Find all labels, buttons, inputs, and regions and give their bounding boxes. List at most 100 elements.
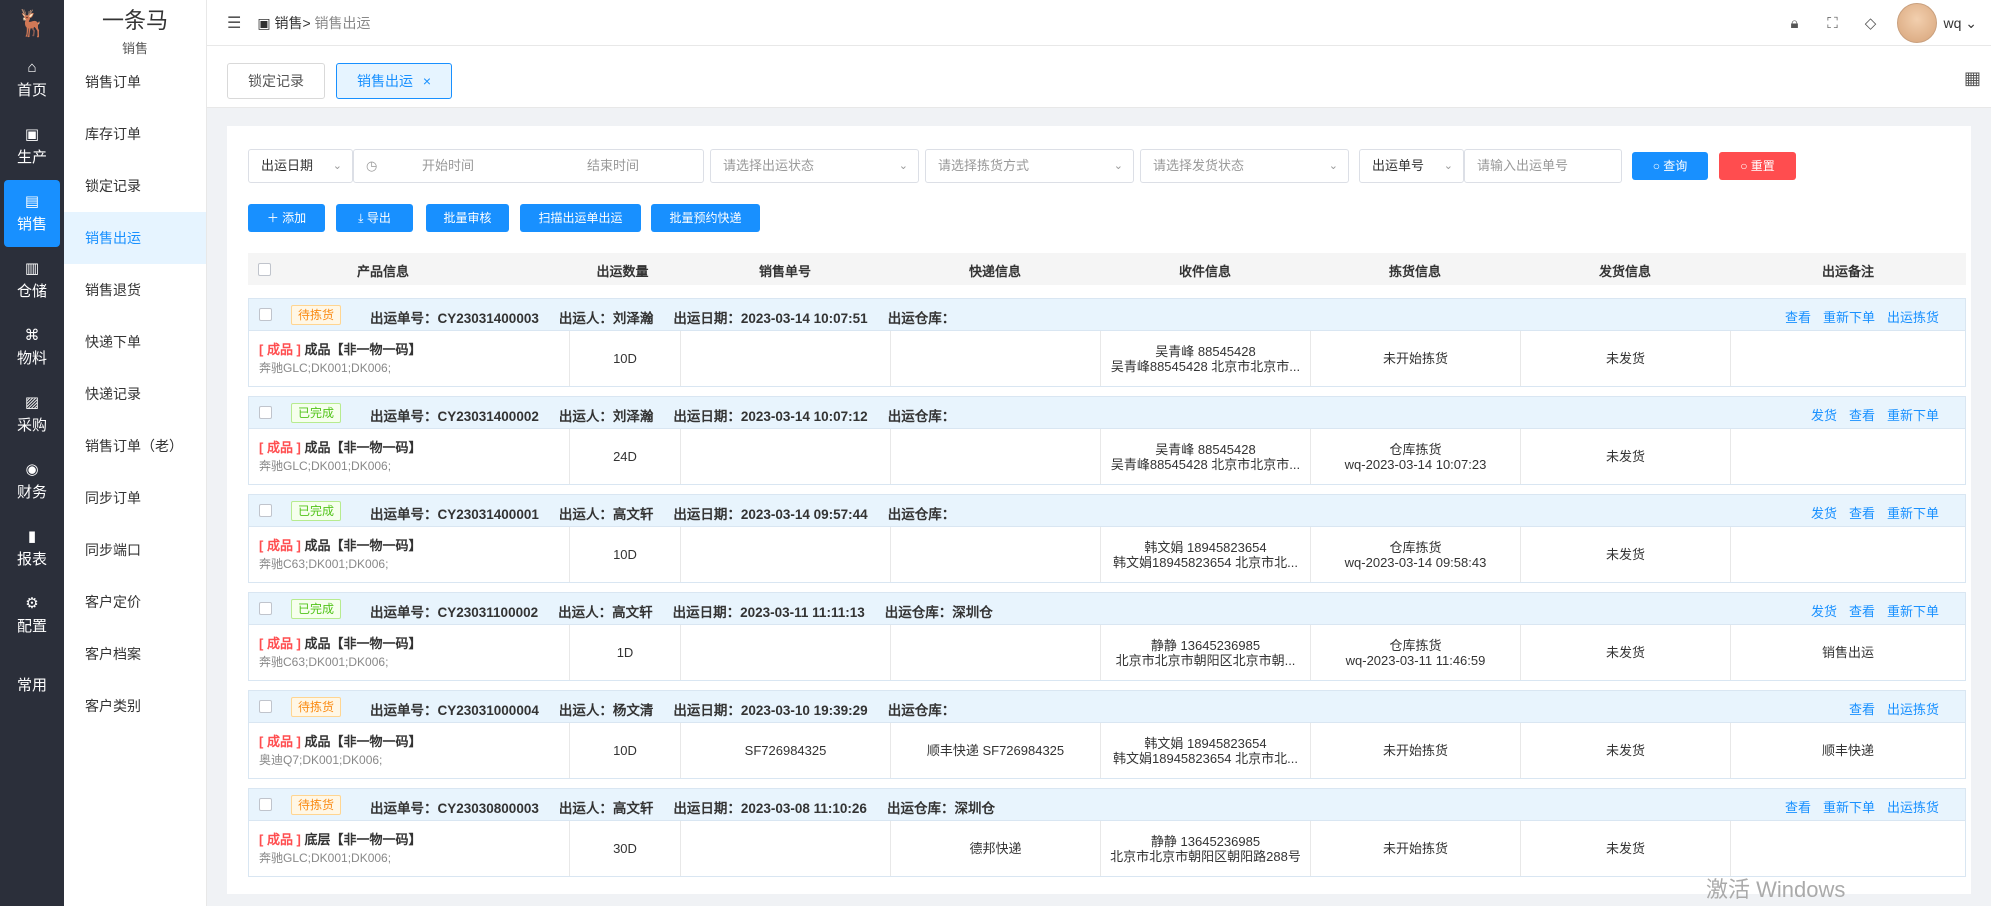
rail-item-6[interactable]: ◉ 财务	[0, 448, 64, 515]
shipment-number-placeholder: 请输入出运单号	[1477, 158, 1569, 173]
row-checkbox[interactable]	[259, 406, 272, 419]
rail-item-3[interactable]: ▥ 仓储	[0, 247, 64, 314]
reset-button[interactable]: ○ 重置	[1719, 152, 1796, 180]
shipment-info: 出运单号：CY23031400003 出运人：刘泽瀚 出运日期：2023-03-14…	[370, 307, 975, 327]
action-link[interactable]: 查看	[1785, 800, 1811, 815]
action-link[interactable]: 重新下单	[1823, 800, 1875, 815]
eraser-icon[interactable]: ◇	[1851, 14, 1889, 32]
label-person: 出运人：	[558, 409, 613, 424]
fullscreen-icon[interactable]: ⛶	[1813, 15, 1851, 32]
query-button[interactable]: ○ 查询	[1632, 152, 1708, 180]
action-link[interactable]: 重新下单	[1887, 604, 1939, 619]
col-product: 产品信息	[356, 264, 409, 279]
qty-cell: 10D	[570, 527, 681, 582]
batch-express-button[interactable]: 批量预约快递	[651, 204, 760, 232]
number-type-select[interactable]: 出运单号 ⌄	[1359, 149, 1464, 183]
label-date: 出运日期：	[672, 605, 741, 620]
sub-menu-item[interactable]: 快递记录	[64, 368, 206, 420]
row-checkbox[interactable]	[259, 700, 272, 713]
sub-menu-item[interactable]: 库存订单	[64, 108, 206, 160]
action-link[interactable]: 发货	[1811, 506, 1837, 521]
product-cell: [ 成品 ] 成品【非一物一码】 奔驰GLC;DK001;DK006;	[249, 429, 570, 484]
status-badge: 待拣货	[291, 795, 342, 815]
product-name: [ 成品 ] 成品【非一物一码】	[259, 538, 422, 553]
remark-cell	[1731, 527, 1965, 582]
rail-item-7[interactable]: ▮ 报表	[0, 515, 64, 582]
label-warehouse: 出运仓库：	[887, 703, 956, 718]
chevron-down-icon: ⌄	[1328, 160, 1338, 172]
action-link[interactable]: 查看	[1849, 408, 1875, 423]
rail-item-9[interactable]: 常用	[0, 649, 64, 716]
sub-menu-item[interactable]: 客户类别	[64, 680, 206, 732]
action-link[interactable]: 查看	[1849, 506, 1875, 521]
rail-item-1[interactable]: ▣ 生产	[0, 113, 64, 180]
row-checkbox[interactable]	[259, 504, 272, 517]
rail-label: 常用	[16, 676, 47, 694]
export-button[interactable]: ⤓ 导出	[336, 204, 413, 232]
tab-sales-shipment[interactable]: 销售出运 ×	[336, 63, 453, 99]
collapse-menu-icon[interactable]: ☰	[227, 13, 241, 33]
close-icon[interactable]: ×	[423, 73, 431, 89]
rail-label: 生产	[16, 148, 47, 166]
date-range-picker[interactable]: ◷ 开始时间 结束时间	[353, 149, 704, 183]
ship-status-select[interactable]: 请选择发货状态 ⌄	[1140, 149, 1349, 183]
rail-label: 销售	[16, 215, 47, 233]
action-link[interactable]: 出运拣货	[1887, 800, 1939, 815]
batch-audit-button[interactable]: 批量审核	[426, 204, 509, 232]
add-button[interactable]: ＋ 添加	[248, 204, 325, 232]
action-link[interactable]: 重新下单	[1823, 310, 1875, 325]
grid-icon[interactable]: ▦	[1964, 68, 1981, 89]
qty-cell: 1D	[570, 625, 681, 680]
sub-menu-item[interactable]: 同步端口	[64, 524, 206, 576]
action-link[interactable]: 重新下单	[1887, 408, 1939, 423]
user-menu[interactable]: wq ⌄	[1943, 15, 1977, 32]
sub-menu-item[interactable]: 锁定记录	[64, 160, 206, 212]
receiver-cell: 静静 13645236985 北京市北京市朝阳区朝阳路288号	[1101, 821, 1311, 876]
product-type: [ 成品 ]	[259, 831, 301, 847]
sub-menu-item[interactable]: 销售订单（老）	[64, 420, 206, 472]
sub-menu-item[interactable]: 同步订单	[64, 472, 206, 524]
shipment-number-input[interactable]: 请输入出运单号	[1464, 149, 1622, 183]
end-date-input[interactable]: 结束时间	[587, 150, 639, 182]
start-date-input[interactable]: 开始时间	[422, 150, 474, 182]
sale-no-cell	[681, 625, 891, 680]
rail-item-2[interactable]: ▤ 销售	[4, 180, 60, 247]
sub-menu-item[interactable]: 销售出运	[64, 212, 206, 264]
download-icon: ⤓	[358, 211, 367, 225]
rail-item-4[interactable]: ⌘ 物料	[0, 314, 64, 381]
row-checkbox[interactable]	[259, 798, 272, 811]
sub-menu-item[interactable]: 快递下单	[64, 316, 206, 368]
label-person: 出运人：	[558, 507, 613, 522]
sub-menu-item[interactable]: 销售订单	[64, 56, 206, 108]
pick-method-select[interactable]: 请选择拣货方式 ⌄	[925, 149, 1134, 183]
rail-item-8[interactable]: ⚙ 配置	[0, 582, 64, 649]
avatar[interactable]	[1897, 3, 1938, 43]
rail-item-5[interactable]: ▨ 采购	[0, 381, 64, 448]
rail-item-0[interactable]: ⌂ 首页	[0, 46, 64, 113]
sub-menu-item[interactable]: 客户定价	[64, 576, 206, 628]
tab-label: 销售出运	[357, 73, 413, 89]
sub-menu-item[interactable]: 销售退货	[64, 264, 206, 316]
tab-label: 锁定记录	[248, 73, 304, 89]
receiver-address: 北京市北京市朝阳区北京市朝...	[1115, 652, 1296, 668]
tab-lock-records[interactable]: 锁定记录	[227, 63, 325, 99]
action-link[interactable]: 发货	[1811, 604, 1837, 619]
row-checkbox[interactable]	[259, 602, 272, 615]
scan-ship-button[interactable]: 扫描出运单出运	[520, 204, 641, 232]
action-link[interactable]: 发货	[1811, 408, 1837, 423]
rail-icon: ▨	[24, 393, 40, 411]
action-link[interactable]: 出运拣货	[1887, 702, 1939, 717]
row-checkbox[interactable]	[259, 308, 272, 321]
action-link[interactable]: 查看	[1849, 702, 1875, 717]
shipment-status-select[interactable]: 请选择出运状态 ⌄	[710, 149, 919, 183]
sub-menu-item[interactable]: 客户档案	[64, 628, 206, 680]
action-link[interactable]: 出运拣货	[1887, 310, 1939, 325]
section-title: 销售	[121, 41, 148, 56]
action-link[interactable]: 查看	[1785, 310, 1811, 325]
product-cell: [ 成品 ] 成品【非一物一码】 奔驰C63;DK001;DK006;	[249, 625, 570, 680]
lock-icon[interactable]: 🔒︎	[1775, 15, 1813, 32]
breadcrumb-parent[interactable]: 销售>	[274, 15, 310, 31]
action-link[interactable]: 查看	[1849, 604, 1875, 619]
action-link[interactable]: 重新下单	[1887, 506, 1939, 521]
date-type-select[interactable]: 出运日期 ⌄	[248, 149, 353, 183]
